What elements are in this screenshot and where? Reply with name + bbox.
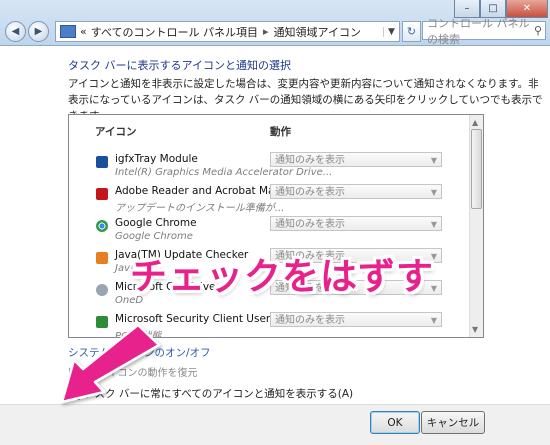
- behavior-value: 通知のみを表示: [275, 219, 345, 230]
- behavior-value: 通知のみを表示: [275, 155, 345, 166]
- refresh-button[interactable]: ↻: [402, 21, 421, 42]
- igfx-tray-icon: [96, 156, 108, 168]
- address-bar[interactable]: « すべてのコントロール パネル項目 ▸ 通知領域アイコン ▼: [55, 21, 400, 42]
- list-item: Google Chrome Google Chrome 通知のみを表示 ▼: [69, 216, 469, 248]
- item-subtitle: Google Chrome: [115, 231, 193, 242]
- control-panel-icon: [60, 25, 76, 38]
- adobe-reader-icon: [96, 188, 108, 200]
- address-prefix: «: [80, 25, 87, 38]
- list-item: Adobe Reader and Acrobat Manager アップデートの…: [69, 184, 469, 216]
- behavior-value: 通知のみを表示: [275, 187, 345, 198]
- notification-icon-list[interactable]: アイコン 動作 igfxTray Module Intel(R) Graphic…: [68, 114, 484, 338]
- security-client-icon: [96, 316, 108, 328]
- column-header-icon[interactable]: アイコン: [95, 124, 136, 139]
- restore-defaults-link[interactable]: 既定のアイコンの動作を復元: [68, 364, 198, 379]
- column-header-behavior[interactable]: 動作: [270, 124, 291, 139]
- ok-button[interactable]: OK: [370, 411, 420, 434]
- search-icon[interactable]: ⚲: [534, 24, 542, 37]
- search-placeholder: コントロール パネルの検索: [427, 16, 530, 46]
- address-dropdown-icon[interactable]: ▼: [383, 26, 399, 37]
- item-name: Google Chrome: [115, 217, 197, 229]
- cancel-button[interactable]: キャンセル: [421, 411, 485, 434]
- behavior-select[interactable]: 通知のみを表示 ▼: [270, 216, 442, 231]
- breadcrumb-separator: ▸: [263, 25, 269, 38]
- chevron-down-icon: ▼: [430, 188, 437, 197]
- scrollbar-thumb[interactable]: [471, 129, 482, 209]
- onedrive-cloud-icon: [96, 284, 108, 296]
- chevron-down-icon: ▼: [430, 316, 437, 325]
- google-chrome-icon: [96, 220, 108, 232]
- item-subtitle: アップデートのインストール準備が...: [115, 203, 285, 214]
- breadcrumb-notification-icons[interactable]: 通知領域アイコン: [274, 24, 361, 40]
- item-subtitle: Intel(R) Graphics Media Accelerator Driv…: [115, 167, 333, 178]
- show-all-icons-checkbox-row[interactable]: ✓ タスク バーに常にすべてのアイコンと通知を表示する(A): [68, 386, 353, 401]
- system-icons-link[interactable]: システム アイコンのオン/オフ: [68, 345, 211, 360]
- item-name: igfxTray Module: [115, 153, 198, 165]
- item-subtitle: PC の状態: [115, 331, 162, 338]
- annotation-text: チェックをはずす: [130, 255, 434, 298]
- forward-button[interactable]: ▶: [28, 21, 49, 42]
- list-scrollbar[interactable]: ▲ ▼: [469, 115, 483, 337]
- behavior-select[interactable]: 通知のみを表示 ▼: [270, 312, 442, 327]
- list-item: Microsoft Security Client User Interface…: [69, 312, 469, 338]
- behavior-select[interactable]: 通知のみを表示 ▼: [270, 184, 442, 199]
- chevron-down-icon: ▼: [430, 220, 437, 229]
- show-all-icons-checkbox[interactable]: ✓: [68, 387, 80, 400]
- checkbox-label[interactable]: タスク バーに常にすべてのアイコンと通知を表示する(A): [84, 386, 353, 401]
- title-bar: – □ ✕ ◀ ▶ « すべてのコントロール パネル項目 ▸ 通知領域アイコン …: [0, 0, 550, 46]
- search-input[interactable]: コントロール パネルの検索 ⚲: [422, 17, 546, 46]
- breadcrumb-all-items[interactable]: すべてのコントロール パネル項目: [91, 24, 258, 40]
- chevron-down-icon: ▼: [430, 156, 437, 165]
- behavior-select[interactable]: 通知のみを表示 ▼: [270, 152, 442, 167]
- scroll-up-icon[interactable]: ▲: [472, 118, 478, 127]
- scroll-down-icon[interactable]: ▼: [472, 325, 478, 334]
- java-update-icon: [96, 252, 108, 264]
- behavior-value: 通知のみを表示: [275, 315, 345, 326]
- back-button[interactable]: ◀: [5, 21, 26, 42]
- page-title: タスク バーに表示するアイコンと通知の選択: [68, 59, 291, 72]
- list-item: igfxTray Module Intel(R) Graphics Media …: [69, 152, 469, 184]
- nav-buttons: ◀ ▶: [5, 21, 49, 42]
